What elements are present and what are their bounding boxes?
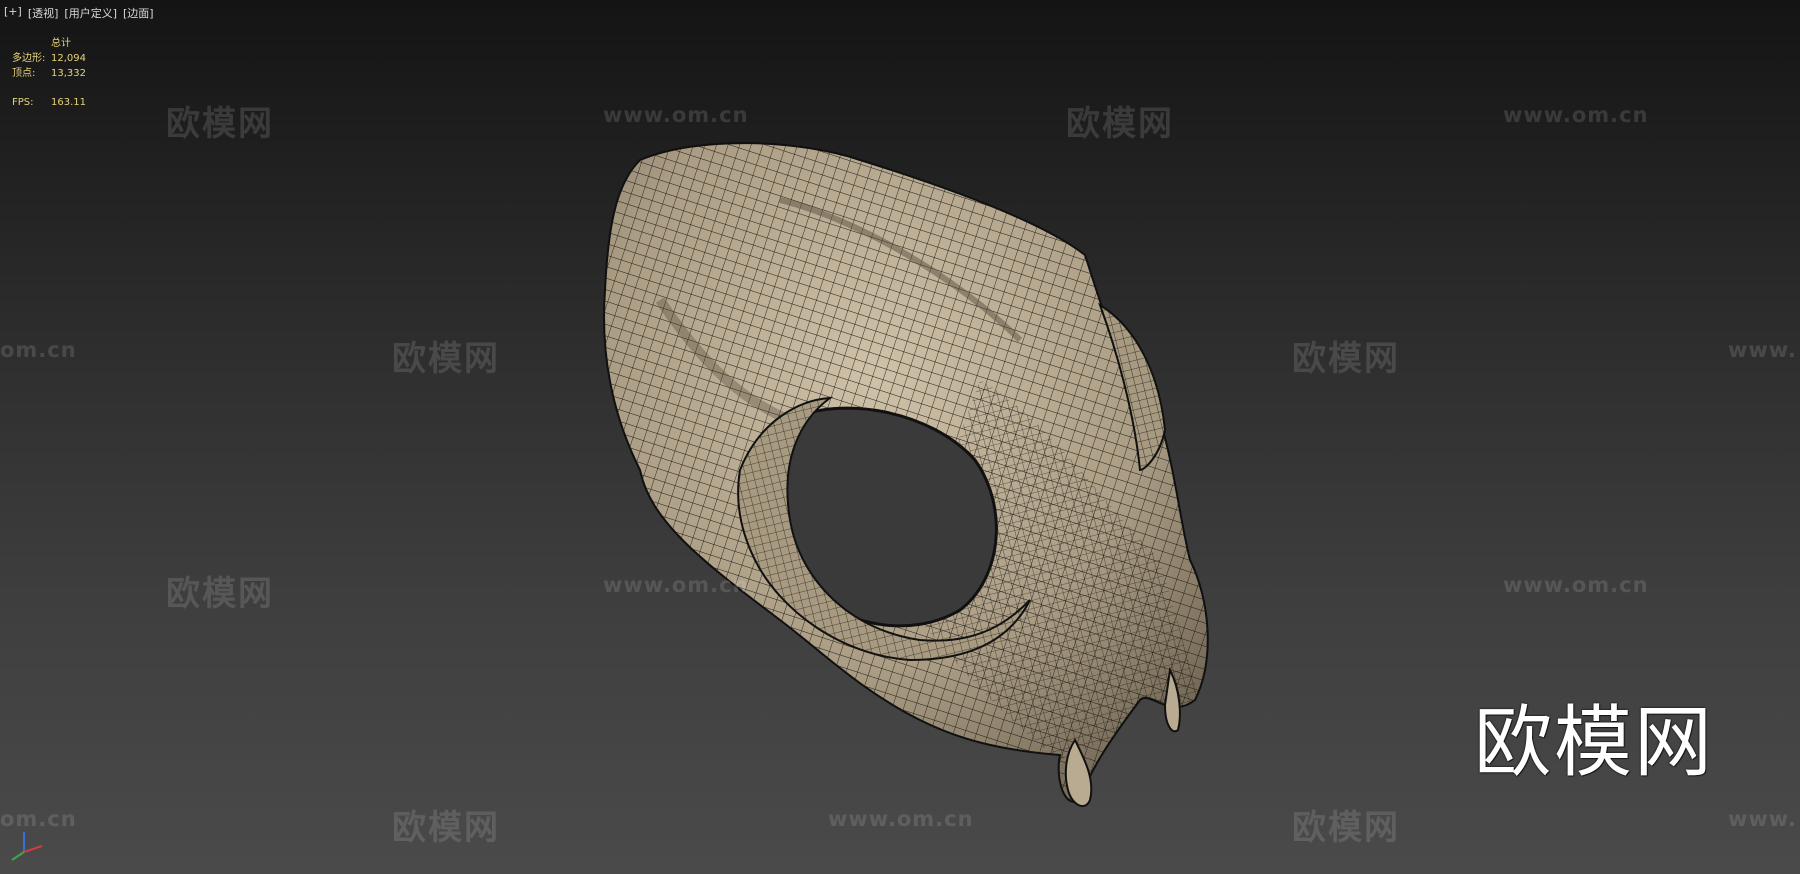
watermark-cn: 欧模网 [1292, 808, 1400, 848]
watermark-cn: 欧模网 [392, 339, 500, 379]
watermark-url: www.om.cn [603, 573, 749, 597]
watermark-cn: 欧模网 [166, 574, 274, 614]
watermark-url-partial: om.cn [0, 338, 77, 362]
watermark-url-partial: www. [1728, 807, 1797, 831]
watermark-url: www.om.cn [828, 807, 974, 831]
watermark-url: www.om.cn [1503, 103, 1649, 127]
skull-shape[interactable] [590, 130, 1230, 820]
watermark-url-partial: www. [1728, 338, 1797, 362]
watermark-url: www.om.cn [1503, 573, 1649, 597]
watermark-cn: 欧模网 [1066, 104, 1174, 144]
3d-viewport[interactable]: [+] [透视] [用户定义] [边面] 总计 多边形: 12,094 顶点: … [0, 0, 1800, 874]
watermark-url: www.om.cn [603, 103, 749, 127]
watermark-cn: 欧模网 [166, 104, 274, 144]
xyz-axis-gizmo-icon [11, 832, 43, 861]
watermark-cn: 欧模网 [1292, 339, 1400, 379]
watermark-cn: 欧模网 [392, 808, 500, 848]
brand-logo: 欧模网 [1474, 698, 1715, 788]
